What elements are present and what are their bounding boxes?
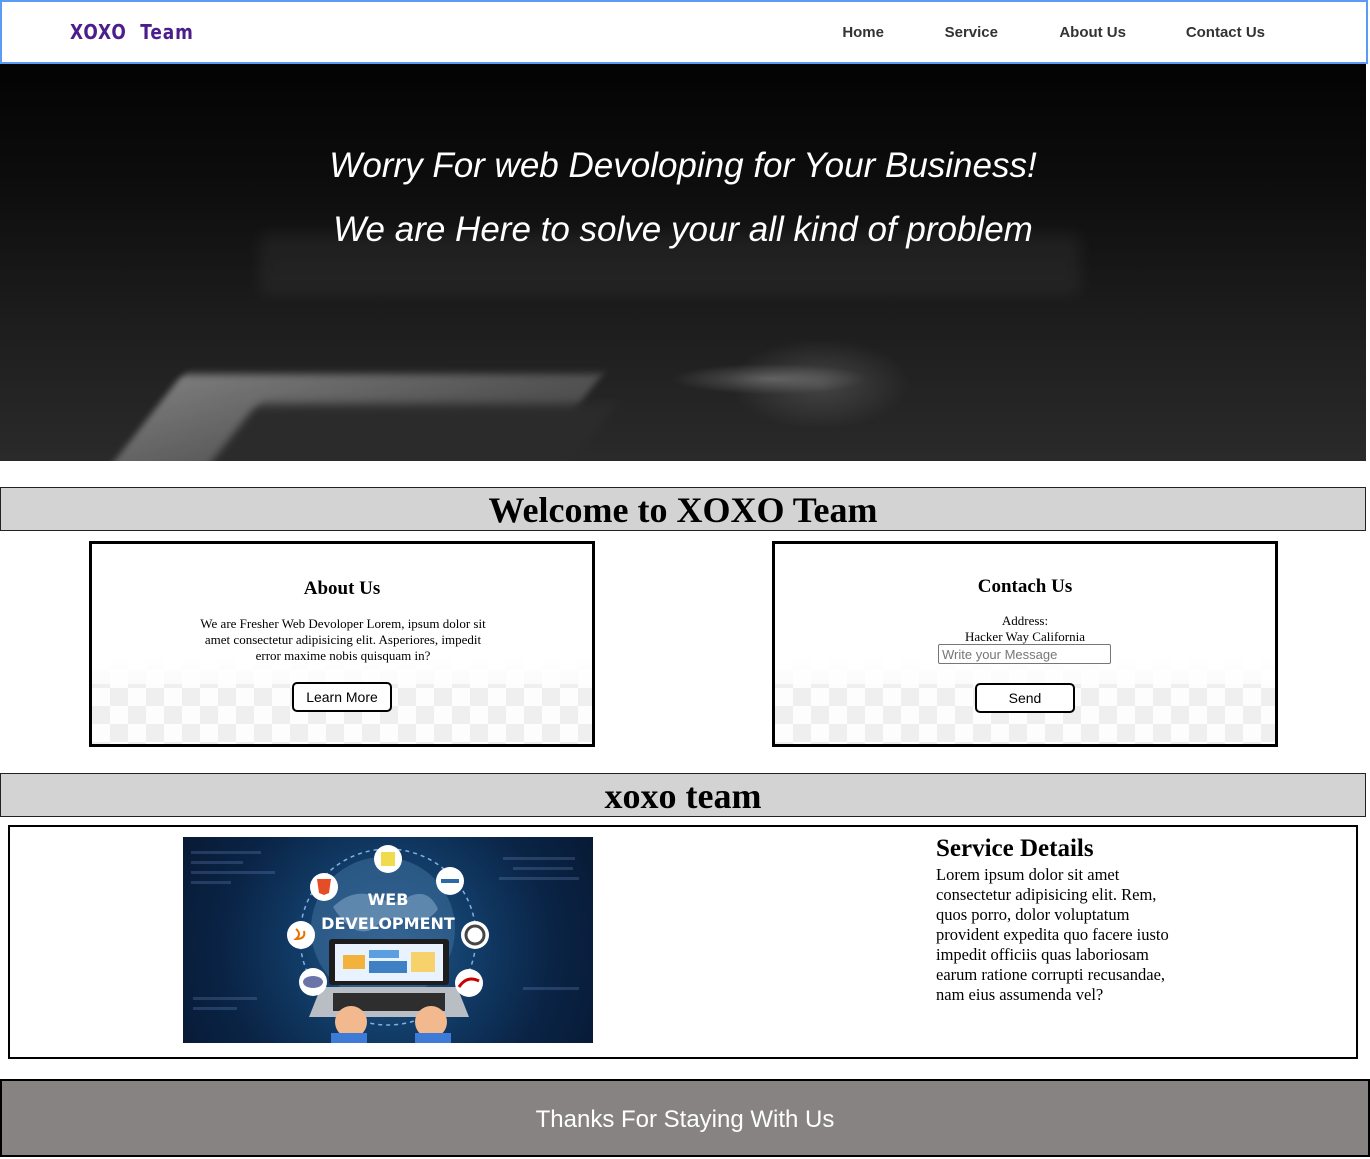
learn-more-button[interactable]: Learn More <box>292 682 392 712</box>
wordpress-icon <box>461 921 489 949</box>
send-button[interactable]: Send <box>975 683 1075 713</box>
nav-home-link[interactable]: Home <box>842 24 884 41</box>
js-icon <box>374 845 402 873</box>
web-development-illustration: WEB DEVELOPMENT <box>191 845 579 1043</box>
web-development-image: WEB DEVELOPMENT <box>183 837 593 1043</box>
rails-icon <box>455 969 483 997</box>
php-icon <box>299 968 327 996</box>
address-label: Address: <box>1001 613 1049 628</box>
nav-about-link[interactable]: About Us <box>1059 24 1126 41</box>
nav-contact-link[interactable]: Contact Us <box>1186 24 1265 41</box>
nav-service-link[interactable]: Service <box>945 24 998 41</box>
contact-card: Contach Us Address: Hacker Way Californi… <box>772 541 1278 747</box>
html5-icon <box>310 873 338 901</box>
address-value: Hacker Way California <box>965 629 1085 644</box>
hero-headline: Worry For web Devoloping for Your Busine… <box>329 146 1037 185</box>
about-card-text: We are Fresher Web Devoloper Lorem, ipsu… <box>200 616 486 663</box>
hero-banner: Worry For web Devoloping for Your Busine… <box>0 64 1366 461</box>
brand-logo[interactable]: XOXO Team <box>70 20 194 44</box>
java-icon <box>287 921 315 949</box>
service-section: WEB DEVELOPMENT Service Details Lorem ip… <box>8 825 1358 1059</box>
about-card: About Us We are Fresher Web Devoloper Lo… <box>89 541 595 747</box>
service-title: Service Details <box>936 835 1094 862</box>
contact-card-title: Contach Us <box>977 576 1073 597</box>
hero-subheadline: We are Here to solve your all kind of pr… <box>333 210 1033 249</box>
about-card-title: About Us <box>303 578 381 599</box>
message-input[interactable] <box>938 644 1111 664</box>
laptop-icon <box>309 939 469 1017</box>
image-text-web: WEB <box>368 890 409 909</box>
welcome-heading: Welcome to XOXO Team <box>0 487 1366 531</box>
image-text-development: DEVELOPMENT <box>321 914 455 933</box>
team-heading: xoxo team <box>0 773 1366 817</box>
footer: Thanks For Staying With Us <box>0 1079 1370 1157</box>
service-text: Lorem ipsum dolor sit amet consectetur a… <box>936 865 1169 1004</box>
navbar: XOXO Team Home Service About Us Contact … <box>0 0 1368 64</box>
jquery-icon <box>436 867 464 895</box>
